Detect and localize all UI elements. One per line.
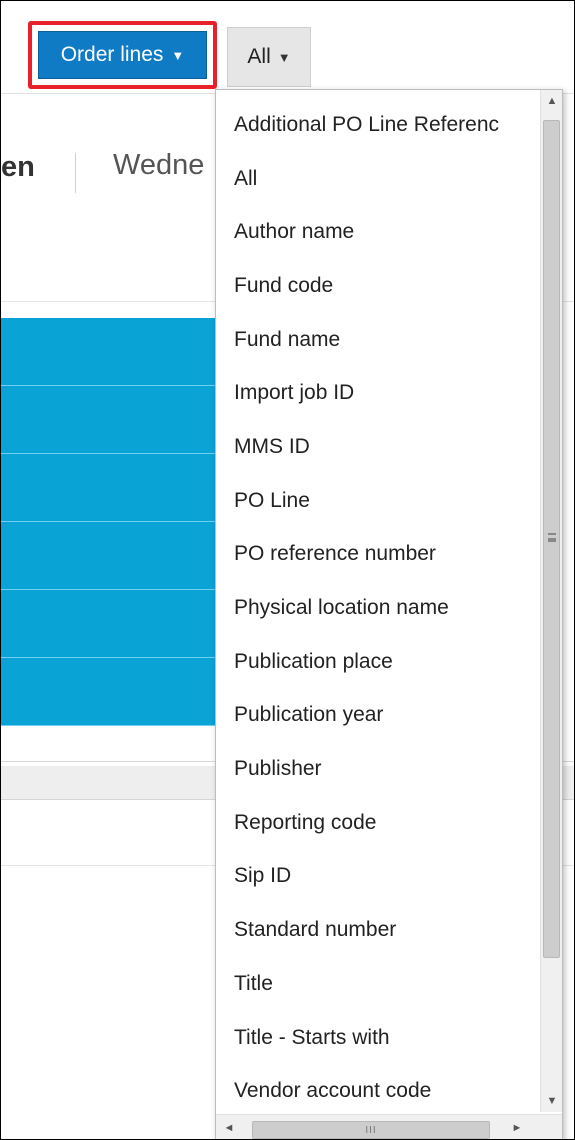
option-physical-location-name[interactable]: Physical location name — [216, 581, 541, 635]
scroll-right-icon[interactable]: ► — [506, 1115, 528, 1139]
page-title-fragment: en — [1, 151, 35, 183]
option-fund-name[interactable]: Fund name — [216, 313, 541, 367]
grip-icon — [548, 533, 556, 542]
search-scope-menu[interactable]: Additional PO Line Referenc All Author n… — [215, 89, 563, 1139]
scroll-down-icon[interactable]: ▼ — [541, 1090, 562, 1112]
option-standard-number[interactable]: Standard number — [216, 903, 541, 957]
order-lines-label: Order lines — [60, 43, 164, 66]
caret-down-icon: ▼ — [277, 49, 291, 65]
title-separator — [75, 153, 76, 193]
option-publication-year[interactable]: Publication year — [216, 689, 541, 743]
option-reporting-code[interactable]: Reporting code — [216, 796, 541, 850]
option-additional-po-line-reference[interactable]: Additional PO Line Referenc — [216, 98, 541, 152]
order-lines-highlight-box: Order lines ▼ — [28, 21, 217, 89]
option-fund-code[interactable]: Fund code — [216, 259, 541, 313]
caret-down-icon: ▼ — [171, 47, 185, 63]
blue-row[interactable] — [1, 454, 251, 522]
option-all[interactable]: All — [216, 152, 541, 206]
option-title-starts-with[interactable]: Title - Starts with — [216, 1011, 541, 1065]
order-lines-button[interactable]: Order lines ▼ — [38, 31, 207, 79]
scroll-up-icon[interactable]: ▲ — [541, 90, 562, 112]
option-publisher[interactable]: Publisher — [216, 742, 541, 796]
option-import-job-id[interactable]: Import job ID — [216, 366, 541, 420]
search-scope-dropdown-button[interactable]: All ▼ — [227, 27, 311, 87]
blue-row[interactable] — [1, 522, 251, 590]
option-title[interactable]: Title — [216, 957, 541, 1011]
option-po-reference-number[interactable]: PO reference number — [216, 528, 541, 582]
option-mms-id[interactable]: MMS ID — [216, 420, 541, 474]
horizontal-scrollbar[interactable]: ◄ III ► — [216, 1114, 562, 1139]
search-scope-options: Additional PO Line Referenc All Author n… — [216, 98, 541, 1118]
option-sip-id[interactable]: Sip ID — [216, 850, 541, 904]
search-scope-label: All — [247, 45, 271, 68]
blue-row[interactable] — [1, 658, 251, 726]
option-vendor-account-code[interactable]: Vendor account code — [216, 1064, 541, 1118]
vertical-scroll-thumb[interactable] — [543, 120, 560, 958]
vertical-scrollbar[interactable]: ▲ ▼ — [540, 90, 562, 1112]
top-strip — [1, 1, 574, 5]
scroll-left-icon[interactable]: ◄ — [218, 1115, 240, 1139]
horizontal-scroll-thumb[interactable]: III — [252, 1121, 490, 1139]
option-publication-place[interactable]: Publication place — [216, 635, 541, 689]
blue-row[interactable] — [1, 590, 251, 658]
background-blue-rows — [1, 318, 251, 726]
screenshot-frame: en Wedne Order lines ▼ All ▼ Additional … — [0, 0, 575, 1140]
page-date-fragment: Wedne — [113, 149, 205, 181]
blue-row[interactable] — [1, 386, 251, 454]
option-author-name[interactable]: Author name — [216, 205, 541, 259]
option-po-line[interactable]: PO Line — [216, 474, 541, 528]
blue-row[interactable] — [1, 318, 251, 386]
